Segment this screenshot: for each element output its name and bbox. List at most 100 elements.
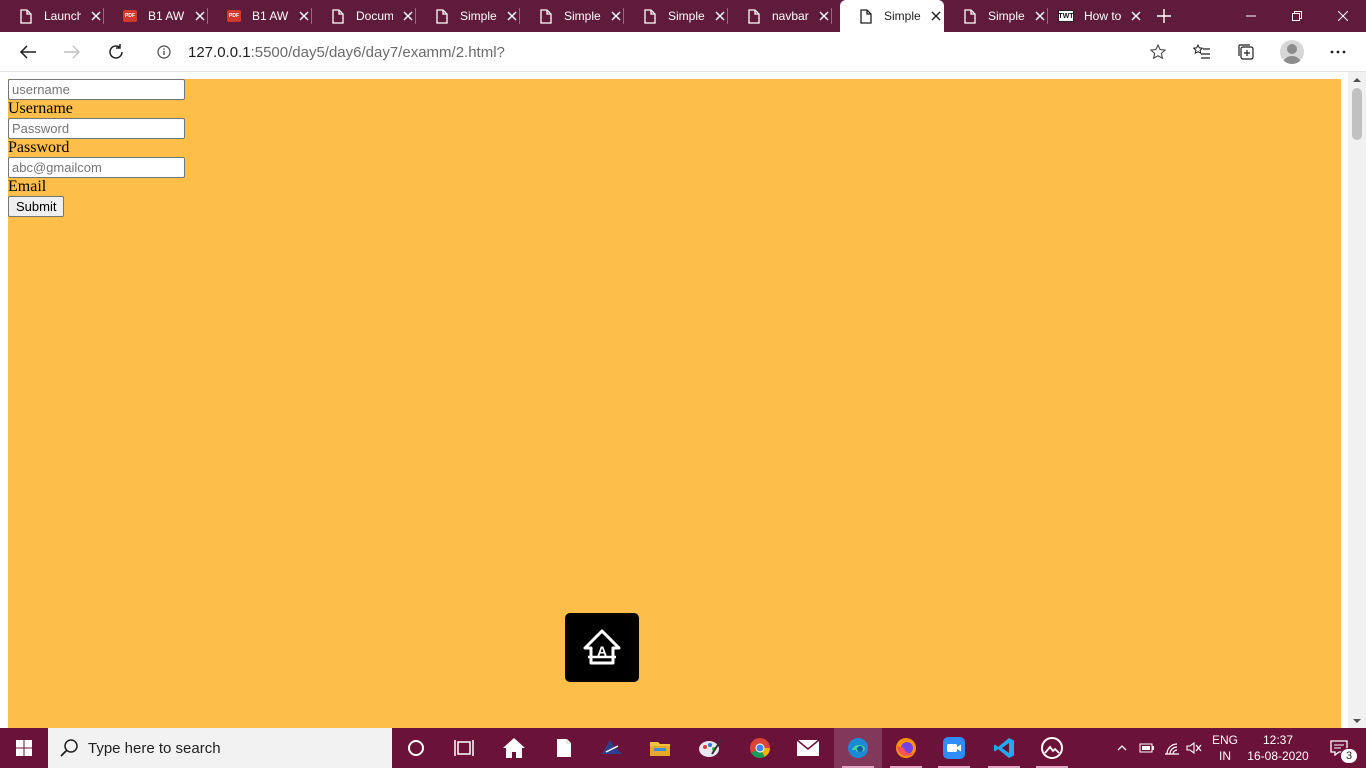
page-content: Username Password Email Submit A	[8, 79, 1341, 728]
scroll-up-icon[interactable]	[1348, 72, 1366, 86]
clock-date: 16-08-2020	[1247, 749, 1309, 763]
chrome-icon[interactable]	[736, 728, 784, 768]
page-icon	[642, 8, 658, 24]
pdf-icon: PDF	[122, 8, 138, 24]
page-icon	[434, 8, 450, 24]
browser-tab[interactable]: Docum	[312, 0, 416, 32]
signup-form: Username Password Email Submit	[8, 79, 185, 217]
battery-icon[interactable]	[1136, 728, 1158, 768]
cortana-icon[interactable]	[392, 728, 440, 768]
forward-button[interactable]	[56, 36, 88, 68]
close-tab-icon[interactable]	[817, 8, 832, 24]
taskbar-search[interactable]: Type here to search	[48, 728, 392, 768]
favorite-star-icon[interactable]	[1149, 43, 1167, 60]
close-tab-icon[interactable]	[89, 8, 104, 24]
zoom-icon[interactable]	[930, 728, 978, 768]
start-button[interactable]	[0, 728, 48, 768]
tab-title: Simple	[564, 9, 601, 23]
mail-icon[interactable]	[784, 728, 832, 768]
browser-tab[interactable]: Launch	[0, 0, 104, 32]
tab-title: B1 AWI	[252, 9, 289, 23]
info-icon[interactable]	[156, 44, 172, 60]
address-bar[interactable]: 127.0.0.1:5500/day5/day6/day7/examm/2.ht…	[144, 36, 1174, 68]
favorites-button[interactable]	[1186, 36, 1218, 68]
paint-icon[interactable]	[686, 728, 734, 768]
page-icon	[538, 8, 554, 24]
vertical-scrollbar[interactable]	[1348, 72, 1366, 728]
edge-icon[interactable]	[834, 728, 882, 768]
close-tab-icon[interactable]	[401, 8, 416, 24]
close-tab-icon[interactable]	[505, 8, 520, 24]
home-icon[interactable]	[490, 728, 538, 768]
submit-button[interactable]: Submit	[8, 196, 65, 217]
browser-tab[interactable]: Simple	[520, 0, 624, 32]
minimize-button[interactable]	[1228, 0, 1274, 32]
browser-toolbar: 127.0.0.1:5500/day5/day6/day7/examm/2.ht…	[0, 32, 1366, 72]
collections-icon	[1238, 44, 1254, 60]
browser-tab[interactable]: PDF B1 AWI	[208, 0, 312, 32]
tab-title: Simple	[668, 9, 705, 23]
action-center-button[interactable]: 3	[1316, 728, 1362, 768]
tab-title: Docum	[356, 9, 393, 23]
app-logo: A	[565, 613, 639, 682]
clock-time: 12:37	[1262, 733, 1294, 747]
close-window-button[interactable]	[1320, 0, 1366, 32]
collections-button[interactable]	[1230, 36, 1262, 68]
browser-tab[interactable]: navbar	[728, 0, 832, 32]
game-icon[interactable]	[588, 728, 636, 768]
back-button[interactable]	[12, 36, 44, 68]
password-input[interactable]	[8, 118, 185, 139]
restore-button[interactable]	[1274, 0, 1320, 32]
tab-title: Launch	[44, 9, 81, 23]
twt-icon: TWT	[1058, 8, 1074, 24]
pdf-icon: PDF	[226, 8, 242, 24]
settings-menu-button[interactable]	[1322, 36, 1354, 68]
logo-icon: A	[583, 629, 621, 664]
browser-tab[interactable]: Simple	[624, 0, 728, 32]
notification-count-badge: 3	[1340, 748, 1358, 764]
scroll-down-icon[interactable]	[1348, 714, 1366, 728]
system-clock[interactable]: 12:37 16-08-2020	[1244, 732, 1312, 764]
firefox-icon[interactable]	[882, 728, 930, 768]
close-tab-icon[interactable]	[929, 8, 944, 24]
minimize-icon	[1246, 15, 1256, 17]
page-icon	[858, 8, 874, 24]
task-view-icon[interactable]	[440, 728, 488, 768]
page-icon	[962, 8, 978, 24]
profile-avatar[interactable]	[1280, 40, 1304, 64]
url-text[interactable]: 127.0.0.1:5500/day5/day6/day7/examm/2.ht…	[188, 44, 505, 61]
file-icon[interactable]	[540, 728, 588, 768]
back-arrow-icon	[19, 45, 36, 59]
refresh-button[interactable]	[100, 36, 132, 68]
wifi-icon[interactable]	[1160, 728, 1184, 768]
tab-strip: Launch PDF B1 AWI PDF B1 AWI Docum Simpl…	[0, 0, 1366, 32]
username-input[interactable]	[8, 79, 185, 100]
browser-tab[interactable]: Simple	[944, 0, 1048, 32]
browser-tab-active[interactable]: Simple	[840, 0, 944, 32]
avatar-icon	[1283, 44, 1301, 64]
input-language[interactable]: ENG IN	[1208, 732, 1242, 764]
search-icon	[60, 739, 78, 757]
windows-logo-icon	[16, 740, 32, 756]
page-icon	[746, 8, 762, 24]
browser-tab[interactable]: PDF B1 AWI	[104, 0, 208, 32]
page-icon	[18, 8, 34, 24]
volume-muted-icon[interactable]	[1184, 728, 1204, 768]
close-tab-icon[interactable]	[297, 8, 312, 24]
browser-tab[interactable]: Simple	[416, 0, 520, 32]
photos-icon[interactable]	[1028, 728, 1076, 768]
tab-title: Simple	[988, 9, 1025, 23]
password-label: Password	[8, 139, 70, 156]
email-input[interactable]	[8, 157, 185, 178]
vscode-icon[interactable]	[980, 728, 1028, 768]
close-tab-icon[interactable]	[609, 8, 624, 24]
show-hidden-icons-chevron-icon[interactable]	[1112, 728, 1132, 768]
file-explorer-icon[interactable]	[636, 728, 684, 768]
close-tab-icon[interactable]	[193, 8, 208, 24]
more-icon	[1330, 50, 1346, 54]
close-tab-icon[interactable]	[1129, 8, 1144, 24]
scrollbar-thumb[interactable]	[1352, 88, 1362, 140]
close-tab-icon[interactable]	[713, 8, 728, 24]
browser-tab[interactable]: TWT How to	[1040, 0, 1144, 32]
new-tab-button[interactable]	[1152, 4, 1176, 28]
